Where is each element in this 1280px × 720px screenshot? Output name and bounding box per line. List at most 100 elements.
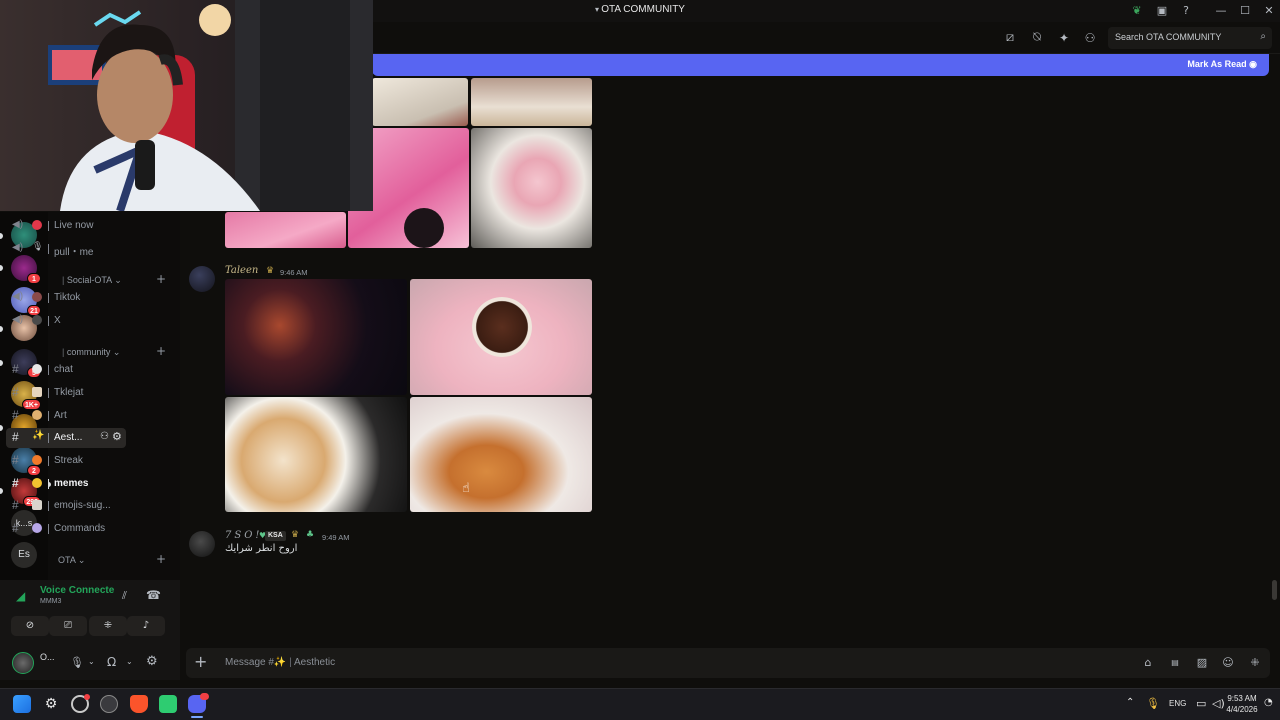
headphones-icon[interactable]: Ω xyxy=(107,655,116,669)
separator xyxy=(48,293,49,303)
category-social-ota[interactable]: | Social-OTA ⌄ xyxy=(62,275,122,286)
avatar[interactable] xyxy=(189,266,215,292)
voice-channel-name[interactable]: MMM3 xyxy=(40,598,61,605)
channel-label: emojis-sug... xyxy=(54,500,111,511)
voice-channel-pull-me[interactable]: ◀) 🎙 pull・me xyxy=(6,239,126,259)
soundboard-button[interactable]: ♪ xyxy=(127,616,165,636)
channel-label: Streak xyxy=(54,455,83,466)
channel-emoji-icon xyxy=(32,292,42,302)
separator xyxy=(48,479,49,489)
mute-bell-icon[interactable]: ⍉ xyxy=(1030,31,1044,45)
message-composer[interactable]: + Message #✨ | Aesthetic xyxy=(186,648,1270,678)
server-icon[interactable]: Es xyxy=(11,542,37,568)
voice-channel-tiktok[interactable]: ◀) Tiktok xyxy=(6,288,126,308)
noise-suppression-icon[interactable]: ⫽ xyxy=(122,589,127,603)
channel-label: Tklejat xyxy=(54,387,84,398)
palette-icon xyxy=(32,410,42,420)
text-channel-tklejat[interactable]: # Tklejat xyxy=(6,383,126,403)
user-name[interactable]: O... xyxy=(40,652,55,662)
channel-label: memes xyxy=(54,478,89,489)
avatar[interactable] xyxy=(189,531,215,557)
camera-off-icon: ⊘ xyxy=(25,620,35,631)
start-windows-icon[interactable] xyxy=(13,695,31,713)
category-community[interactable]: | community ⌄ xyxy=(62,347,120,358)
emoji-icon[interactable]: ☺ xyxy=(1221,656,1235,670)
add-attachment-icon[interactable]: + xyxy=(194,652,207,671)
mark-as-read-button[interactable]: Mark As Read ◉ xyxy=(1187,59,1257,70)
text-channel-chat[interactable]: # chat xyxy=(6,360,126,380)
nitro-leaf-icon[interactable]: ❦ xyxy=(1130,4,1144,18)
role-badge-icon: ♣ xyxy=(306,530,315,540)
new-messages-bar[interactable]: Mark As Read ◉ xyxy=(372,54,1269,76)
connection-signal-icon: ◢ xyxy=(16,589,26,603)
message-author[interactable]: Taleen xyxy=(225,265,258,276)
chevron-down-icon[interactable]: ⌄ xyxy=(88,657,95,666)
message-timestamp: 9:46 AM xyxy=(280,268,308,277)
gear-icon[interactable]: ⚙ xyxy=(112,430,122,443)
system-clock[interactable]: 9:53 AM 4/4/2026 xyxy=(1222,693,1262,715)
category-ota[interactable]: OTA ⌄ xyxy=(58,555,85,566)
voice-channel-x[interactable]: ◀) X xyxy=(6,311,126,331)
input-language[interactable]: ENG xyxy=(1169,699,1186,708)
attachment-image[interactable] xyxy=(225,279,407,395)
search-input[interactable]: Search OTA COMMUNITY ⌕ xyxy=(1108,27,1272,49)
robot-icon xyxy=(32,523,42,533)
invite-icon[interactable]: ⚇ xyxy=(100,431,109,442)
spotify-like-icon[interactable] xyxy=(159,695,177,713)
help-icon[interactable]: ? xyxy=(1179,4,1193,18)
microphone-icon: 🎙 xyxy=(32,241,44,251)
text-channel-commands[interactable]: # Commands xyxy=(6,519,126,539)
notification-bell-icon[interactable]: ◔ xyxy=(1264,697,1273,708)
add-channel-icon[interactable]: + xyxy=(156,272,166,286)
microphone-icon[interactable]: 🎙 xyxy=(70,656,84,669)
text-channel-streak[interactable]: # Streak xyxy=(6,451,126,471)
voice-status[interactable]: Voice Connecte xyxy=(40,585,114,596)
voice-channel-live-now[interactable]: ◀) Live now xyxy=(6,216,126,236)
minimize-icon[interactable]: — xyxy=(1214,4,1228,18)
text-channel-memes[interactable]: # memes xyxy=(6,474,126,494)
attachment-image[interactable]: ☝ xyxy=(410,397,592,512)
settings-gear-icon[interactable]: ⚙ xyxy=(42,695,60,713)
gift-icon[interactable]: ⌂ xyxy=(1141,656,1155,670)
attachment-image[interactable] xyxy=(225,397,407,512)
attachment-image[interactable] xyxy=(372,78,468,126)
add-channel-icon[interactable]: + xyxy=(156,344,166,358)
threads-icon[interactable]: ⧄ xyxy=(1003,31,1017,45)
text-channel-emojis-suggestions[interactable]: # emojis-sug... xyxy=(6,496,126,516)
brave-browser-icon[interactable] xyxy=(130,695,148,713)
soundboard-icon: ♪ xyxy=(142,620,150,631)
hash-icon: # xyxy=(12,498,19,512)
activities-button[interactable]: ⁜ xyxy=(89,616,127,636)
add-channel-icon[interactable]: + xyxy=(156,552,166,566)
gear-icon[interactable]: ⚙ xyxy=(146,654,158,669)
message-content: اروح انطر شرايك xyxy=(225,543,298,554)
clock-time: 9:53 AM xyxy=(1227,694,1257,703)
maximize-icon[interactable]: ☐ xyxy=(1238,4,1252,18)
attachment-image[interactable] xyxy=(225,212,346,248)
gif-icon[interactable]: ▤ xyxy=(1168,656,1182,670)
scrollbar-thumb[interactable] xyxy=(1272,580,1277,600)
pin-icon[interactable]: ✦ xyxy=(1057,31,1071,45)
message-author[interactable]: 7SO! xyxy=(225,530,262,541)
members-icon[interactable]: ⚇ xyxy=(1083,31,1097,45)
attachment-image[interactable] xyxy=(471,128,592,248)
disconnect-icon[interactable]: ☎ xyxy=(146,588,161,602)
chevron-down-icon[interactable]: ⌄ xyxy=(126,657,133,666)
text-channel-art[interactable]: # Art xyxy=(6,406,126,426)
sticker-icon[interactable]: ▨ xyxy=(1195,656,1209,670)
network-icon[interactable]: ▭ xyxy=(1196,697,1206,710)
screen-share-button[interactable]: ⎚ xyxy=(49,616,87,636)
tray-microphone-icon[interactable]: 🎙 xyxy=(1146,697,1160,710)
taskbar-active-indicator xyxy=(191,716,203,718)
attachment-image[interactable] xyxy=(410,279,592,395)
user-avatar[interactable] xyxy=(12,652,34,674)
apps-icon[interactable]: ⁜ xyxy=(1248,656,1262,670)
separator xyxy=(48,221,49,231)
inbox-icon[interactable]: ▣ xyxy=(1155,4,1169,18)
obs-icon[interactable] xyxy=(100,695,118,713)
close-icon[interactable]: ✕ xyxy=(1262,4,1276,18)
camera-off-button[interactable]: ⊘ xyxy=(11,616,49,636)
tray-chevron-up-icon[interactable]: ⌃ xyxy=(1126,697,1134,708)
attachment-image[interactable] xyxy=(471,78,592,126)
text-channel-aesthetic[interactable]: # ✨ Aest... ⚇ ⚙ xyxy=(6,428,126,448)
